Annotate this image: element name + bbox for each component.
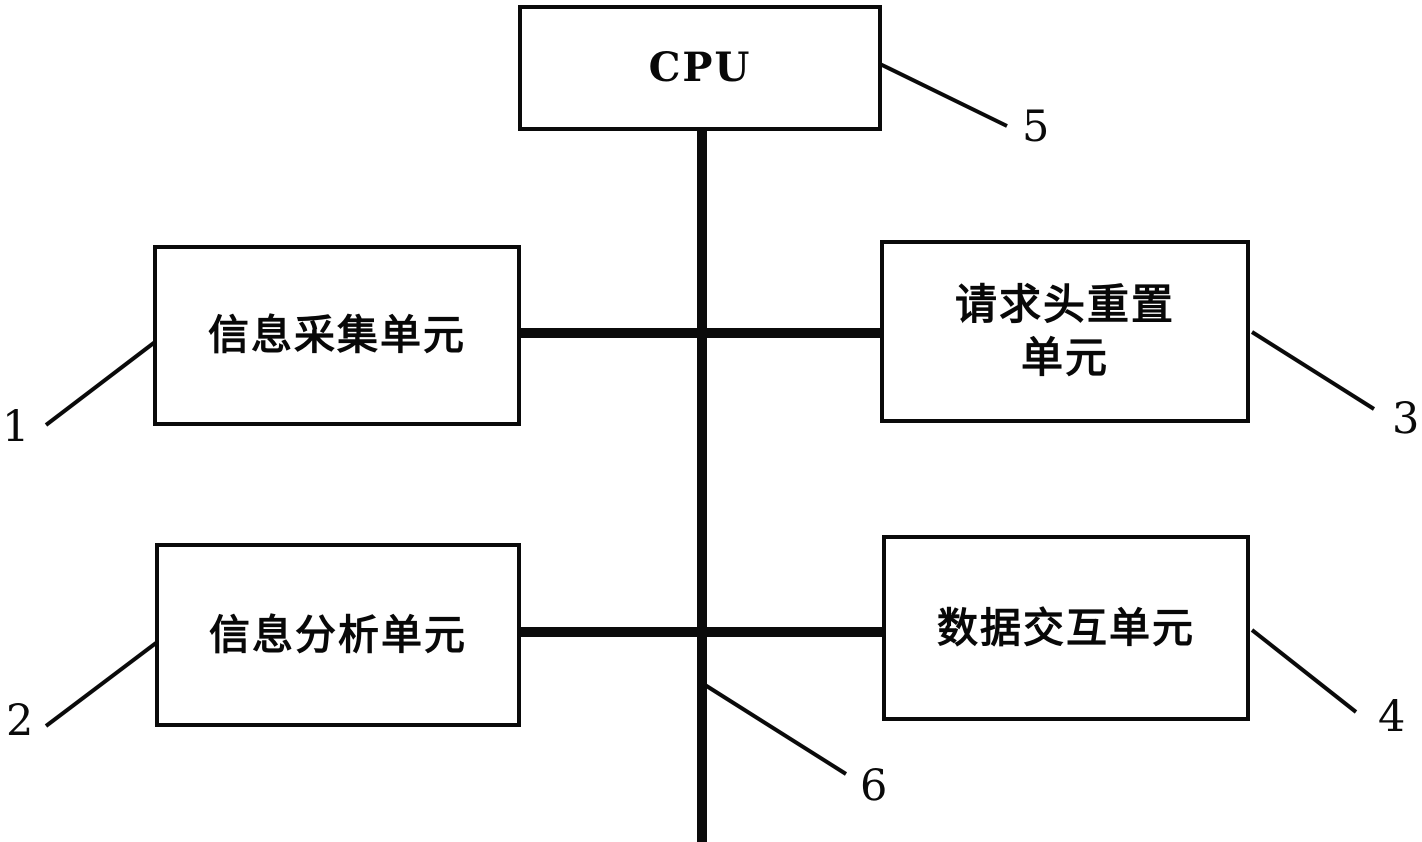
reference-numeral-4: 4 [1378, 692, 1406, 742]
block-information-analysis-unit[interactable]: 信息分析单元 [155, 543, 521, 727]
leader-line-2 [44, 641, 158, 728]
leader-line-6 [703, 683, 848, 776]
reference-numeral-6: 6 [860, 761, 888, 811]
block-cpu-label: CPU [648, 44, 752, 92]
block-request-header-reset-unit-label: 请求头重置 单元 [954, 280, 1175, 382]
reference-numeral-1: 1 [2, 402, 30, 452]
leader-line-1 [44, 340, 157, 427]
block-data-interaction-unit[interactable]: 数据交互单元 [882, 535, 1250, 721]
reference-numeral-5: 5 [1022, 102, 1050, 152]
block-information-collection-unit-label: 信息采集单元 [208, 311, 466, 360]
leader-line-4 [1250, 628, 1358, 714]
block-information-collection-unit[interactable]: 信息采集单元 [153, 245, 521, 426]
block-data-interaction-unit-label: 数据交互单元 [937, 603, 1195, 652]
reference-numeral-3: 3 [1392, 394, 1420, 444]
block-cpu[interactable]: CPU [518, 5, 882, 131]
block-information-analysis-unit-label: 信息分析单元 [209, 610, 467, 659]
diagram-canvas: CPU 信息采集单元 请求头重置 单元 信息分析单元 数据交互单元 1 2 3 … [0, 0, 1422, 842]
reference-numeral-2: 2 [6, 696, 34, 746]
block-request-header-reset-unit[interactable]: 请求头重置 单元 [880, 240, 1250, 423]
leader-line-5 [879, 62, 1008, 128]
leader-line-3 [1250, 330, 1376, 411]
